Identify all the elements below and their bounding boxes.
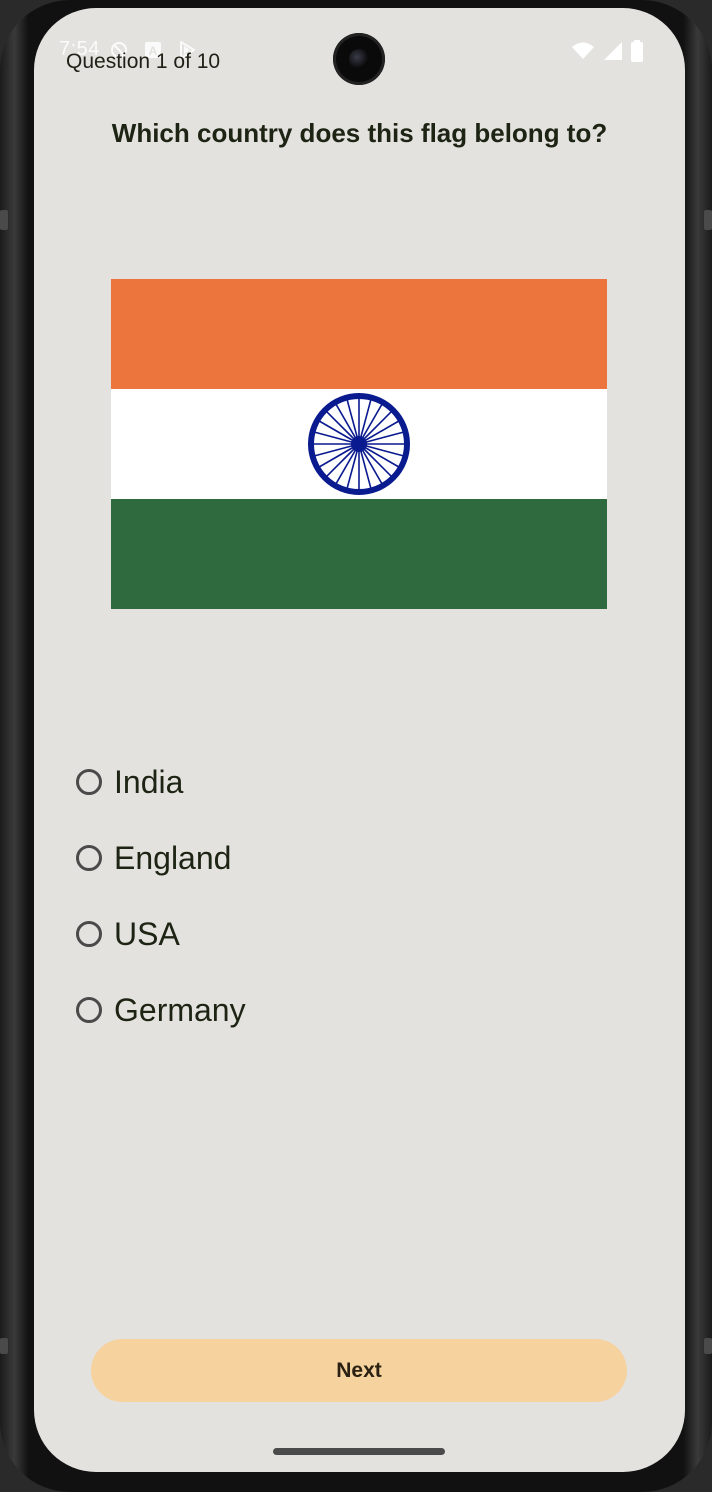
- side-button: [704, 1338, 712, 1354]
- ashoka-chakra-icon: [308, 393, 410, 495]
- signal-icon: [604, 42, 622, 60]
- status-icons-right: [571, 40, 643, 62]
- home-indicator[interactable]: [273, 1448, 445, 1455]
- option-label: USA: [114, 915, 180, 952]
- radio-button[interactable]: [76, 921, 102, 947]
- next-button[interactable]: Next: [91, 1339, 627, 1402]
- app-screen: 7:54 A Question 1 of 10 Which country do…: [34, 8, 685, 1472]
- radio-button[interactable]: [76, 997, 102, 1023]
- side-button: [0, 210, 8, 230]
- side-button: [0, 1338, 8, 1354]
- option-india[interactable]: India: [74, 744, 634, 820]
- option-usa[interactable]: USA: [74, 896, 634, 972]
- option-england[interactable]: England: [74, 820, 634, 896]
- flag-green-band: [111, 499, 607, 609]
- battery-icon: [631, 40, 643, 62]
- front-camera: [333, 33, 385, 85]
- option-label: Germany: [114, 991, 246, 1028]
- wifi-icon: [572, 42, 594, 59]
- option-label: India: [114, 763, 184, 800]
- flag-saffron-band: [111, 279, 607, 389]
- phone-frame: 7:54 A Question 1 of 10 Which country do…: [0, 0, 712, 1492]
- radio-button[interactable]: [76, 845, 102, 871]
- side-button: [704, 210, 712, 230]
- answer-options: India England USA Germany: [74, 744, 634, 1048]
- radio-button[interactable]: [76, 769, 102, 795]
- option-label: England: [114, 839, 232, 876]
- question-text: Which country does this flag belong to?: [111, 118, 608, 148]
- question-progress: Question 1 of 10: [66, 50, 221, 73]
- option-germany[interactable]: Germany: [74, 972, 634, 1048]
- india-flag: [111, 279, 607, 609]
